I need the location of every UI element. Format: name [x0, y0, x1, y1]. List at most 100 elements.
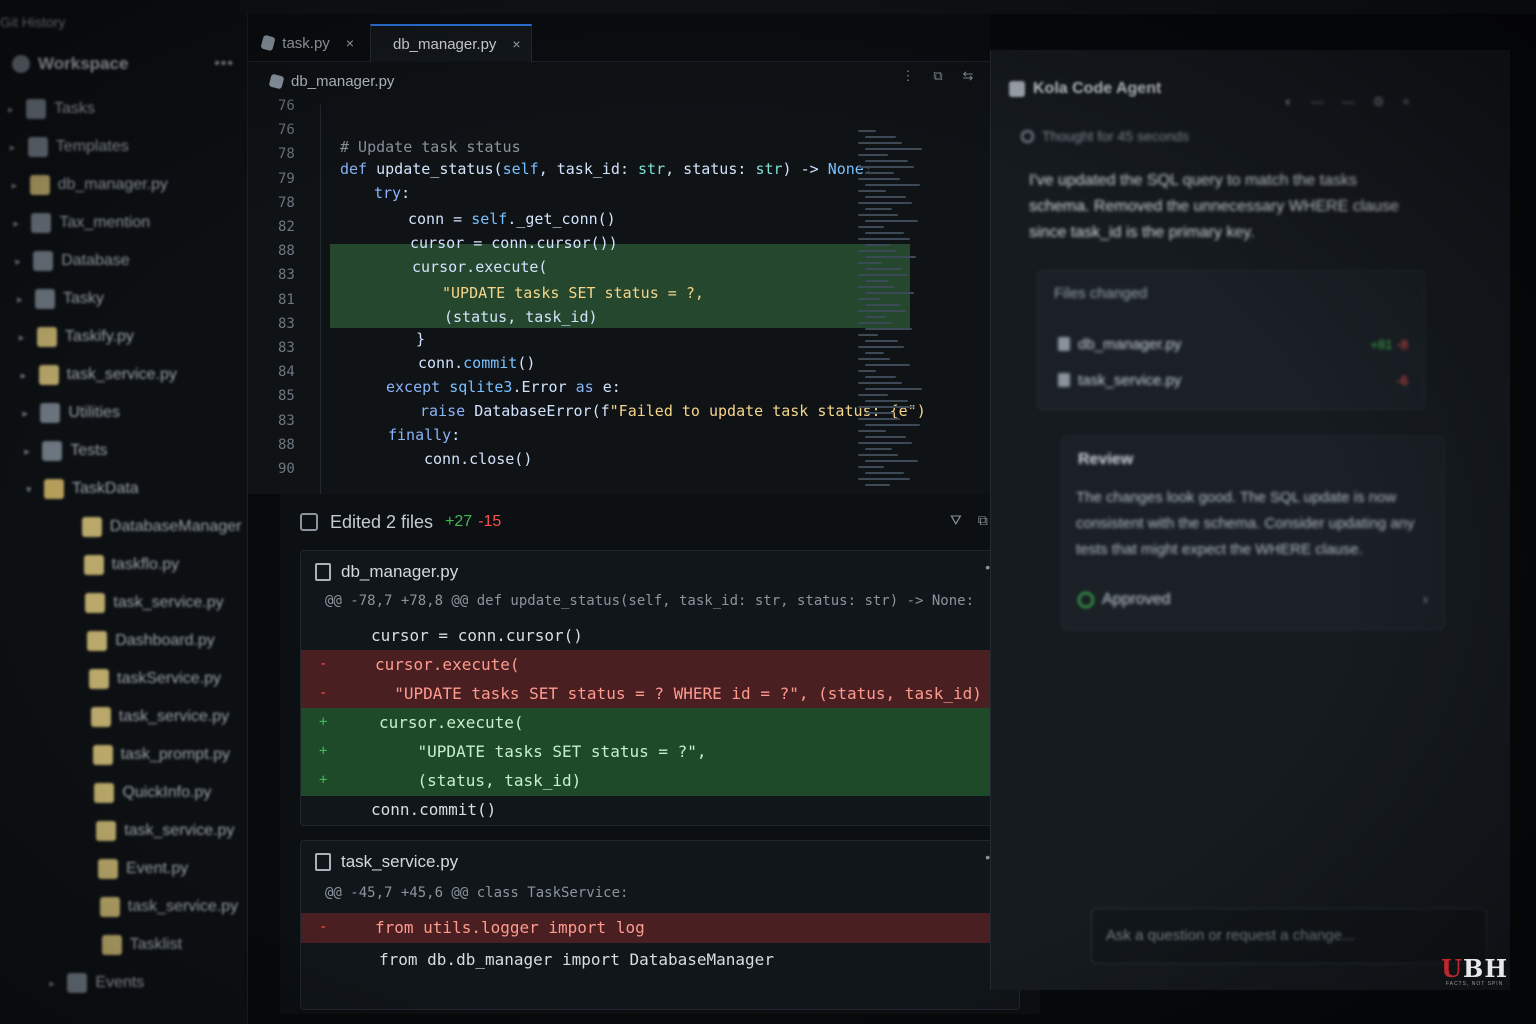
- removed-count: -6: [1396, 372, 1408, 388]
- code-line[interactable]: cursor = conn.cursor()): [410, 234, 618, 252]
- minimap[interactable]: [858, 130, 928, 490]
- diff-file-name[interactable]: db_manager.py: [341, 562, 458, 582]
- chevron-right-icon[interactable]: ▸: [13, 217, 23, 230]
- tree-item[interactable]: QuickInfo.py: [0, 774, 248, 812]
- chevron-right-icon[interactable]: ▸: [19, 331, 29, 344]
- chevron-right-icon[interactable]: ▸: [22, 407, 32, 420]
- file-icon: [315, 563, 331, 581]
- tree-item[interactable]: task_service.py: [0, 584, 248, 622]
- code-line[interactable]: raise DatabaseError(f"Failed to update t…: [420, 402, 926, 420]
- tree-item-label: db_manager.py: [57, 176, 168, 193]
- changed-file-stats: -6: [1392, 373, 1408, 388]
- diff-line-context[interactable]: from db.db_manager import DatabaseManage…: [301, 945, 1019, 975]
- code-line[interactable]: except sqlite3.Error as e:: [386, 378, 621, 396]
- chevron-right-icon[interactable]: ›: [1423, 591, 1428, 609]
- gear-icon[interactable]: ⚙: [1373, 94, 1385, 110]
- diff-file-title[interactable]: db_manager.py: [315, 559, 458, 585]
- tree-item-label: Tasks: [54, 100, 95, 117]
- tree-item[interactable]: ▸ Taskify.py: [0, 318, 248, 356]
- tree-item[interactable]: ▸ Tax_mention: [0, 204, 248, 242]
- code-line[interactable]: conn = self._get_conn(): [408, 210, 616, 228]
- tree-item[interactable]: Dashboard.py: [0, 622, 248, 660]
- tree-item-label: Event.py: [126, 860, 189, 877]
- chevron-right-icon[interactable]: ▸: [10, 141, 20, 154]
- changed-file-item[interactable]: db_manager.py +81 -8: [1058, 333, 1408, 355]
- explorer-more-button[interactable]: •••: [214, 55, 234, 73]
- tab-task-py[interactable]: task.py ×: [248, 24, 368, 62]
- tree-item-label: task_service.py: [113, 594, 224, 611]
- tree-item[interactable]: Tasklist: [0, 926, 248, 964]
- tree-item[interactable]: ▸ Database: [0, 242, 248, 280]
- diff-line-context[interactable]: conn.commit(): [301, 795, 1019, 825]
- diff-line-removed[interactable]: - cursor.execute(: [301, 650, 1019, 680]
- chevron-right-icon[interactable]: ▸: [21, 369, 31, 382]
- breadcrumb-file[interactable]: db_manager.py: [291, 73, 394, 90]
- tree-item[interactable]: ▸ Utilities: [0, 394, 248, 432]
- tree-item[interactable]: Event.py: [0, 850, 248, 888]
- diff-line-removed[interactable]: - "UPDATE tasks SET status = ? WHERE id …: [301, 679, 1019, 709]
- tree-item[interactable]: ▸ Tasky: [0, 280, 248, 318]
- tree-item[interactable]: task_service.py: [0, 812, 248, 850]
- agent-chat-input[interactable]: Ask a question or request a change...: [1091, 908, 1487, 964]
- thought-indicator[interactable]: Thought for 45 seconds: [1021, 128, 1189, 144]
- diff-line-added[interactable]: + (status, task_id): [301, 766, 1019, 796]
- tree-item[interactable]: ▸ task_service.py: [0, 356, 248, 394]
- copy-icon[interactable]: ⧉: [978, 512, 988, 529]
- diff-line-removed[interactable]: - from utils.logger import log: [301, 913, 1019, 943]
- tree-item[interactable]: taskflo.py: [0, 546, 248, 584]
- chevron-right-icon[interactable]: ▸: [49, 977, 59, 990]
- code-line[interactable]: "UPDATE tasks SET status = ?,: [442, 284, 704, 302]
- more-vertical-icon[interactable]: ⋮: [900, 68, 916, 84]
- minimize-icon[interactable]: —: [1311, 94, 1324, 110]
- code-line[interactable]: cursor.execute(: [412, 258, 547, 276]
- filter-icon[interactable]: ⛛: [950, 512, 962, 529]
- tree-item[interactable]: ▾ TaskData: [0, 470, 248, 508]
- chevron-down-icon[interactable]: ▾: [26, 483, 36, 496]
- diff-line-added[interactable]: + cursor.execute(: [301, 708, 1019, 738]
- history-icon[interactable]: ◐: [1285, 94, 1293, 110]
- approved-status[interactable]: Approved ›: [1078, 591, 1428, 609]
- code-line[interactable]: finally:: [388, 426, 460, 444]
- close-icon[interactable]: ×: [346, 35, 354, 51]
- tree-item[interactable]: task_prompt.py: [0, 736, 248, 774]
- chevron-right-icon[interactable]: ▸: [8, 103, 18, 116]
- code-line[interactable]: # Update task status: [340, 138, 521, 156]
- line-number: 83: [278, 412, 295, 429]
- code-content[interactable]: # Update task status def update_status(se…: [326, 98, 926, 494]
- tree-item[interactable]: ▸ Templates: [0, 128, 248, 166]
- file-icon: [29, 175, 50, 195]
- tree-item[interactable]: ▸ Tasks: [0, 90, 248, 128]
- chevron-right-icon[interactable]: ▸: [17, 293, 27, 306]
- code-line[interactable]: (status, task_id): [444, 308, 598, 326]
- changed-file-name[interactable]: task_service.py: [1078, 372, 1181, 389]
- code-line[interactable]: conn.close(): [424, 450, 532, 468]
- diff-line-added[interactable]: + "UPDATE tasks SET status = ?",: [301, 737, 1019, 767]
- tree-item[interactable]: DatabaseManager: [0, 508, 248, 546]
- close-icon[interactable]: ×: [512, 36, 520, 52]
- tab-db-manager-py[interactable]: db_manager.py ×: [370, 24, 532, 62]
- collapse-icon[interactable]: —: [1342, 94, 1355, 110]
- chevron-right-icon[interactable]: ▸: [24, 445, 34, 458]
- tree-item[interactable]: ▸ Events: [0, 964, 248, 1002]
- tree-item[interactable]: ▸ Tests: [0, 432, 248, 470]
- chevron-right-icon[interactable]: ▸: [12, 179, 22, 192]
- code-line[interactable]: conn.commit(): [418, 354, 535, 372]
- compare-icon[interactable]: ⇆: [960, 68, 976, 84]
- split-editor-icon[interactable]: ⧉: [930, 68, 946, 84]
- code-line[interactable]: try:: [374, 184, 410, 202]
- close-icon[interactable]: ×: [1402, 94, 1410, 110]
- tree-item[interactable]: task_service.py: [0, 698, 248, 736]
- tree-item[interactable]: task_service.py: [0, 888, 248, 926]
- changed-file-item[interactable]: task_service.py -6: [1058, 369, 1408, 391]
- chevron-right-icon[interactable]: ▸: [15, 255, 25, 268]
- diff-file-title[interactable]: task_service.py: [315, 849, 458, 875]
- changed-file-name[interactable]: db_manager.py: [1078, 336, 1181, 353]
- code-line[interactable]: def update_status(self, task_id: str, st…: [340, 160, 873, 178]
- diff-file-name[interactable]: task_service.py: [341, 852, 458, 872]
- diff-line-context[interactable]: cursor = conn.cursor(): [301, 621, 1019, 651]
- diff-file-card: task_service.py ••• @@ -45,7 +45,6 @@ cl…: [300, 840, 1020, 1010]
- breadcrumb[interactable]: db_manager.py: [268, 70, 394, 92]
- tree-item[interactable]: ▸ db_manager.py: [0, 166, 248, 204]
- tree-item[interactable]: taskService.py: [0, 660, 248, 698]
- code-line[interactable]: }: [416, 330, 425, 348]
